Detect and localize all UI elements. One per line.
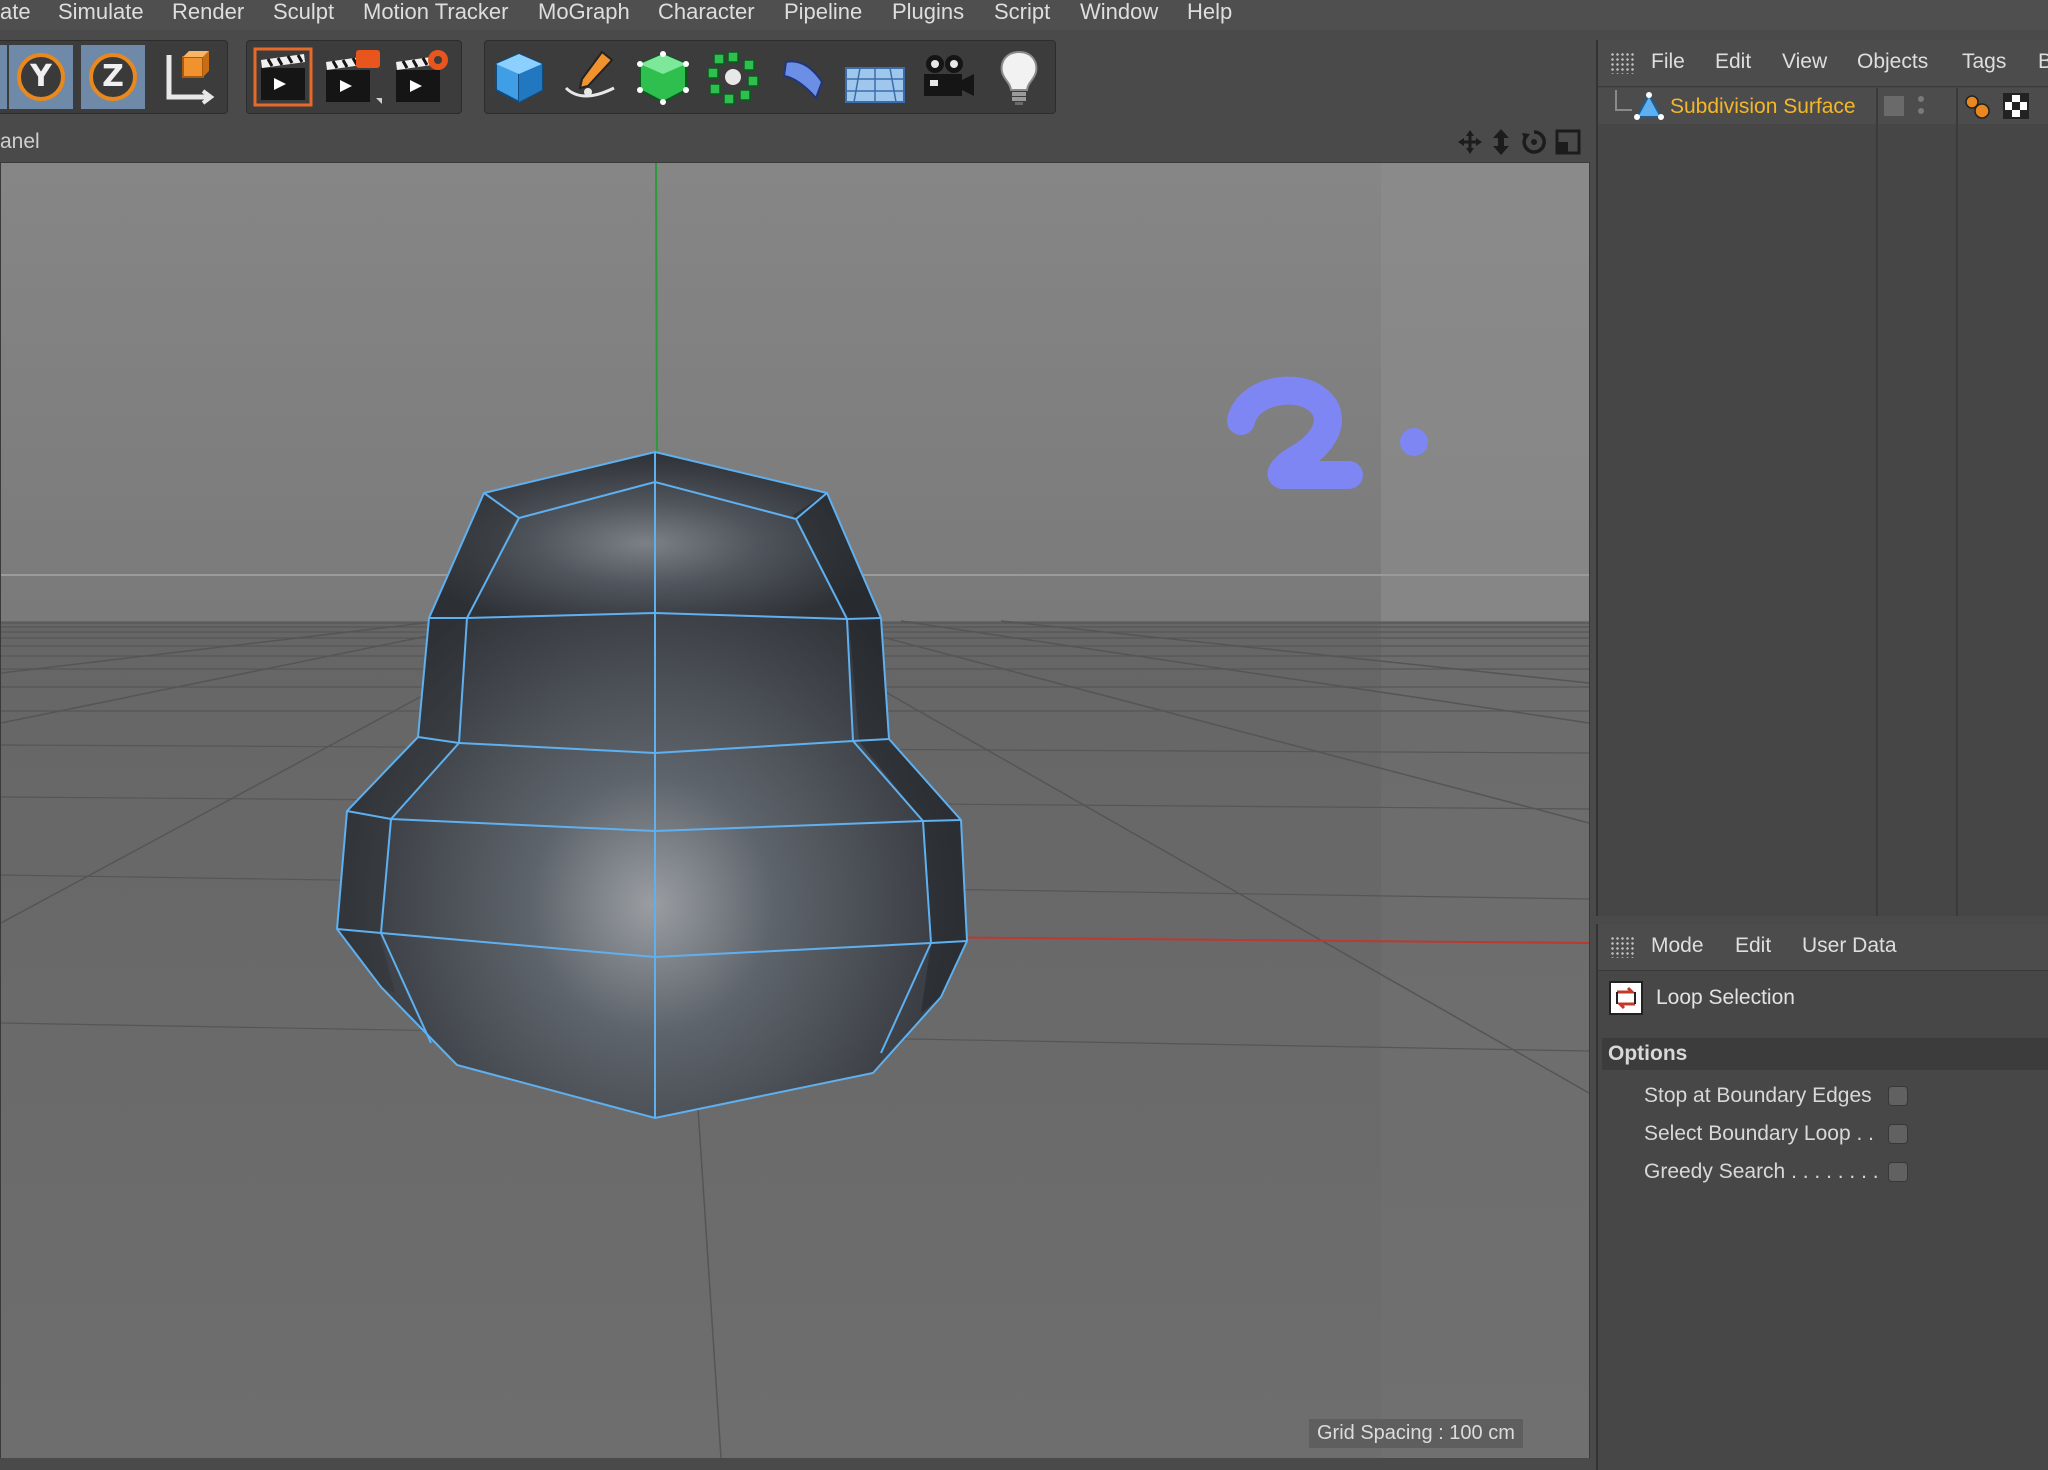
grid-spacing-label: Grid Spacing : 100 cm [1309,1419,1523,1448]
om-menu-objects[interactable]: Objects [1857,50,1928,74]
option-select-boundary-loop: Select Boundary Loop . . [1644,1120,2024,1150]
maximize-view-icon[interactable] [1554,128,1582,156]
om-menu-edit[interactable]: Edit [1715,50,1751,74]
cloner-icon [707,51,759,105]
camera-icon [924,55,974,96]
render-view-icon [253,47,313,107]
axis-lock-group: Y Z [0,40,228,114]
object-manager-panel: File Edit View Objects Tags B Subdivisio… [1596,40,2048,916]
object-name[interactable]: Subdivision Surface [1670,95,1856,119]
om-column-divider[interactable] [1876,88,1878,916]
deformer-button[interactable] [773,45,837,109]
3d-viewport[interactable]: 2. Grid Spacing : 100 cm [0,162,1590,1459]
menu-window[interactable]: Window [1080,0,1158,26]
om-column-divider[interactable] [1956,88,1958,916]
greedy-search-checkbox[interactable] [1888,1162,1908,1182]
panel-grip-icon[interactable] [1610,52,1634,74]
render-visibility-dot[interactable] [1918,108,1924,114]
light-bulb-icon [1000,50,1038,105]
hierarchy-line-icon [1615,90,1632,111]
menu-render[interactable]: Render [172,0,244,26]
zoom-view-icon[interactable] [1488,128,1514,156]
floor-grid-icon [845,67,905,103]
material-tag-icon[interactable] [2002,92,2030,120]
active-tool-name: Loop Selection [1656,986,1795,1009]
create-objects-group [484,40,1056,114]
cube-icon [495,52,543,104]
pen-icon [564,50,615,98]
menu-bar: ate Simulate Render Sculpt Motion Tracke… [0,0,2048,30]
render-settings-button[interactable] [391,45,455,109]
viewport-panel-title[interactable]: anel [0,130,40,154]
am-menu-edit[interactable]: Edit [1735,934,1771,958]
cloner-button[interactable] [701,45,765,109]
option-label: Stop at Boundary Edges [1644,1084,1872,1107]
om-menu-bookmarks[interactable]: B [2038,50,2048,74]
stop-at-boundary-edges-checkbox[interactable] [1888,1086,1908,1106]
om-menu-file[interactable]: File [1651,50,1685,74]
attribute-manager-panel: Mode Edit User Data Loop Selection Optio… [1596,924,2048,1470]
option-label: Select Boundary Loop . . [1644,1122,1874,1145]
layer-swatch-icon[interactable] [1884,96,1904,116]
render-view-button[interactable] [251,45,315,109]
attribute-manager-menu: Mode Edit User Data [1598,924,2048,971]
move-view-icon[interactable] [1456,128,1484,156]
menu-help[interactable]: Help [1187,0,1232,26]
om-menu-tags[interactable]: Tags [1962,50,2006,74]
om-menu-view[interactable]: View [1782,50,1827,74]
options-section-header[interactable]: Options [1602,1038,2048,1070]
rotate-view-icon[interactable] [1520,128,1548,156]
viewport-scene [1,163,1589,1458]
render-to-picture-viewer-button[interactable] [321,45,385,109]
coordinate-system-button[interactable] [153,45,217,109]
menu-plugins[interactable]: Plugins [892,0,964,26]
option-stop-at-boundary-edges: Stop at Boundary Edges [1644,1082,2024,1112]
panel-grip-icon[interactable] [1610,936,1634,958]
menu-pipeline[interactable]: Pipeline [784,0,862,26]
axis-y-icon: Y [17,53,65,101]
options-section-label: Options [1608,1042,1688,1065]
world-coordinates-icon [166,51,215,105]
option-greedy-search: Greedy Search . . . . . . . . [1644,1158,2024,1188]
editor-visibility-dot[interactable] [1918,96,1924,102]
floor-button[interactable] [843,45,907,109]
option-label: Greedy Search . . . . . . . . [1644,1160,1879,1183]
pen-spline-button[interactable] [559,45,623,109]
object-row-subdivision-surface[interactable]: Subdivision Surface [1598,88,2048,124]
viewport-header: anel [0,122,1590,162]
camera-button[interactable] [915,45,979,109]
loop-selection-icon [1609,981,1643,1015]
subdivision-surface-object-icon [1634,92,1664,120]
menu-simulate[interactable]: Simulate [58,0,144,26]
menu-sculpt[interactable]: Sculpt [273,0,334,26]
render-group [246,40,462,114]
render-settings-icon [396,50,448,102]
menu-character[interactable]: Character [658,0,755,26]
select-boundary-loop-checkbox[interactable] [1888,1124,1908,1144]
object-manager-menu: File Edit View Objects Tags B [1598,40,2048,87]
light-button[interactable] [987,45,1051,109]
axis-z-icon: Z [89,53,137,101]
subdivision-cube-icon [637,51,689,105]
am-menu-mode[interactable]: Mode [1651,934,1704,958]
axis-x-button[interactable] [0,45,7,109]
menu-motion-tracker[interactable]: Motion Tracker [363,0,509,26]
am-menu-user-data[interactable]: User Data [1802,934,1897,958]
menu-simulate-partial[interactable]: ate [0,0,31,26]
menu-mograph[interactable]: MoGraph [538,0,630,26]
phong-tag-icon[interactable] [1962,92,1992,120]
cube-button[interactable] [487,45,551,109]
picture-viewer-icon [326,50,382,104]
axis-z-button[interactable]: Z [81,45,145,109]
bend-deformer-icon [782,60,824,100]
viewport-bottom-bar [0,1458,1590,1470]
menu-script[interactable]: Script [994,0,1050,26]
subdivision-surface-button[interactable] [631,45,695,109]
axis-y-button[interactable]: Y [9,45,73,109]
